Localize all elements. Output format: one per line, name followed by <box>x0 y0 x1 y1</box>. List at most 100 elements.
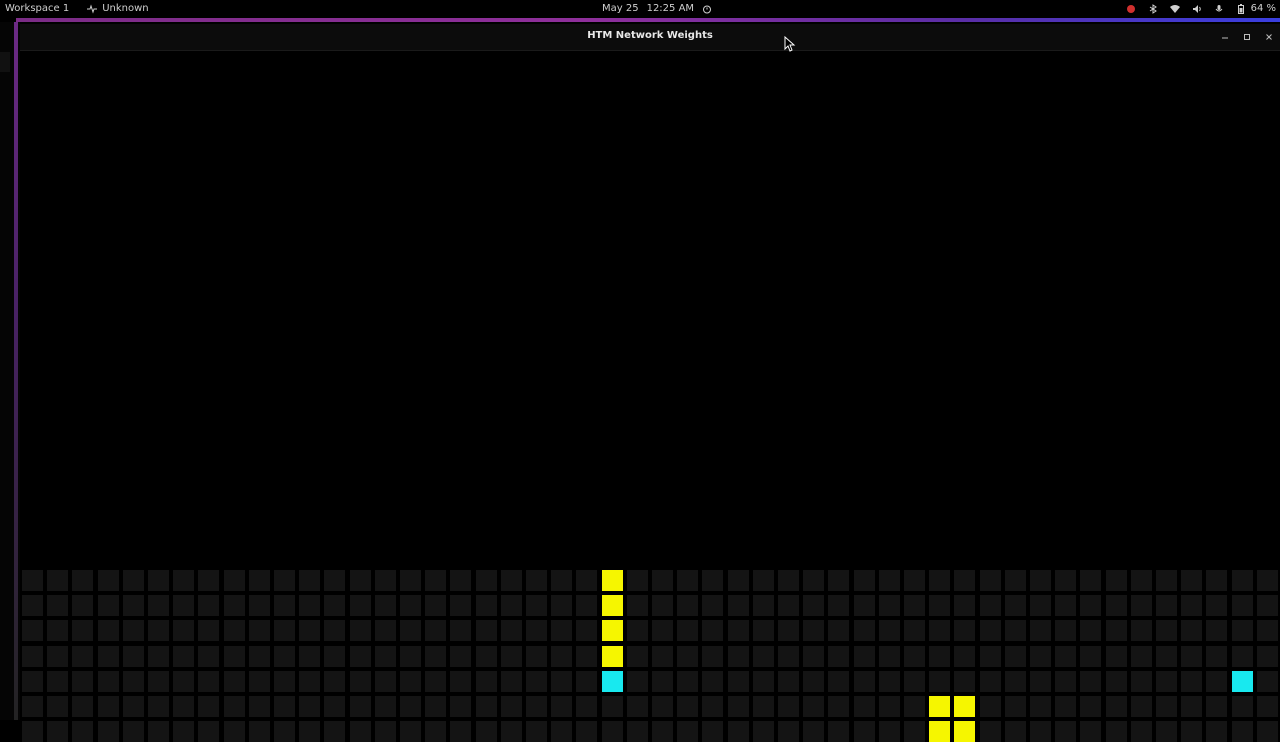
grid-cell <box>324 721 345 742</box>
grid-cell <box>425 696 446 717</box>
system-tray[interactable]: 64 % <box>1126 0 1276 18</box>
grid-cell <box>1131 696 1152 717</box>
grid-cell <box>1055 671 1076 692</box>
grid-cell <box>627 646 648 667</box>
grid-cell <box>576 570 597 591</box>
clock[interactable]: May 25 12:25 AM <box>602 0 712 18</box>
grid-cell <box>224 671 245 692</box>
grid-cell <box>854 721 875 742</box>
grid-cell <box>123 671 144 692</box>
grid-cell <box>22 595 43 616</box>
grid-cell <box>501 620 522 641</box>
grid-cell <box>1156 620 1177 641</box>
grid-cell <box>1232 646 1253 667</box>
mic-icon[interactable] <box>1214 4 1224 14</box>
grid-cell <box>324 671 345 692</box>
bluetooth-icon[interactable] <box>1148 4 1158 14</box>
window-titlebar[interactable]: HTM Network Weights <box>20 24 1280 51</box>
minimize-button[interactable] <box>1220 30 1230 44</box>
grid-cell <box>450 620 471 641</box>
grid-cell <box>551 696 572 717</box>
grid-cell <box>854 646 875 667</box>
grid-cell <box>677 646 698 667</box>
grid-cell <box>1232 570 1253 591</box>
grid-cell <box>828 570 849 591</box>
grid-cell <box>1232 595 1253 616</box>
grid-cell <box>224 721 245 742</box>
grid-cell <box>803 620 824 641</box>
grid-cell <box>98 570 119 591</box>
grid-cell <box>551 721 572 742</box>
window-edge-mark <box>0 52 10 72</box>
grid-cell <box>148 620 169 641</box>
battery-icon <box>1236 4 1246 14</box>
grid-cell <box>702 595 723 616</box>
grid-cell <box>173 671 194 692</box>
grid-cell <box>1131 671 1152 692</box>
volume-icon[interactable] <box>1192 4 1202 14</box>
grid-cell <box>879 696 900 717</box>
grid-cell <box>350 696 371 717</box>
weights-grid <box>22 570 1280 742</box>
grid-cell <box>1106 570 1127 591</box>
battery-indicator[interactable]: 64 % <box>1236 0 1276 18</box>
grid-cell <box>576 721 597 742</box>
workspace-indicator[interactable]: Workspace 1 <box>5 0 69 18</box>
top-system-bar: Workspace 1 Unknown May 25 12:25 AM 64 % <box>0 0 1280 18</box>
grid-cell <box>123 646 144 667</box>
grid-cell <box>1030 646 1051 667</box>
grid-cell <box>1206 620 1227 641</box>
weights-canvas[interactable] <box>20 51 1280 742</box>
grid-cell <box>879 671 900 692</box>
grid-cell <box>1055 696 1076 717</box>
grid-cell <box>753 671 774 692</box>
grid-cell <box>1005 620 1026 641</box>
grid-cell <box>1156 646 1177 667</box>
grid-cell <box>879 570 900 591</box>
grid-cell <box>1206 646 1227 667</box>
grid-cell <box>148 595 169 616</box>
grid-cell <box>148 570 169 591</box>
grid-cell <box>1206 671 1227 692</box>
grid-cell <box>1080 671 1101 692</box>
active-cell-yellow <box>929 696 950 717</box>
grid-cell <box>980 671 1001 692</box>
grid-cell <box>728 570 749 591</box>
battery-percent: 64 % <box>1250 3 1276 14</box>
grid-cell <box>879 620 900 641</box>
grid-cell <box>980 595 1001 616</box>
grid-cell <box>1206 570 1227 591</box>
grid-cell <box>1181 570 1202 591</box>
grid-cell <box>173 721 194 742</box>
close-button[interactable] <box>1264 30 1274 44</box>
grid-cell <box>98 721 119 742</box>
grid-cell <box>904 620 925 641</box>
grid-cell <box>173 696 194 717</box>
grid-cell <box>778 646 799 667</box>
grid-cell <box>1257 620 1278 641</box>
grid-cell <box>728 721 749 742</box>
grid-cell <box>22 570 43 591</box>
grid-cell <box>249 646 270 667</box>
background-window-edge <box>0 22 20 720</box>
grid-cell <box>72 595 93 616</box>
grid-cell <box>980 570 1001 591</box>
grid-cell <box>828 595 849 616</box>
grid-cell <box>476 646 497 667</box>
window-title: HTM Network Weights <box>587 30 713 41</box>
grid-cell <box>400 721 421 742</box>
grid-cell <box>904 696 925 717</box>
record-icon[interactable] <box>1126 4 1136 14</box>
grid-cell <box>954 671 975 692</box>
grid-cell <box>123 620 144 641</box>
grid-cell <box>677 620 698 641</box>
wifi-icon[interactable] <box>1169 4 1180 14</box>
grid-cell <box>148 671 169 692</box>
maximize-button[interactable] <box>1242 30 1252 44</box>
window-border-accent <box>14 22 18 720</box>
activity-indicator[interactable]: Unknown <box>87 0 149 18</box>
grid-cell <box>1206 696 1227 717</box>
grid-cell <box>1232 721 1253 742</box>
grid-cell <box>954 646 975 667</box>
grid-cell <box>551 570 572 591</box>
